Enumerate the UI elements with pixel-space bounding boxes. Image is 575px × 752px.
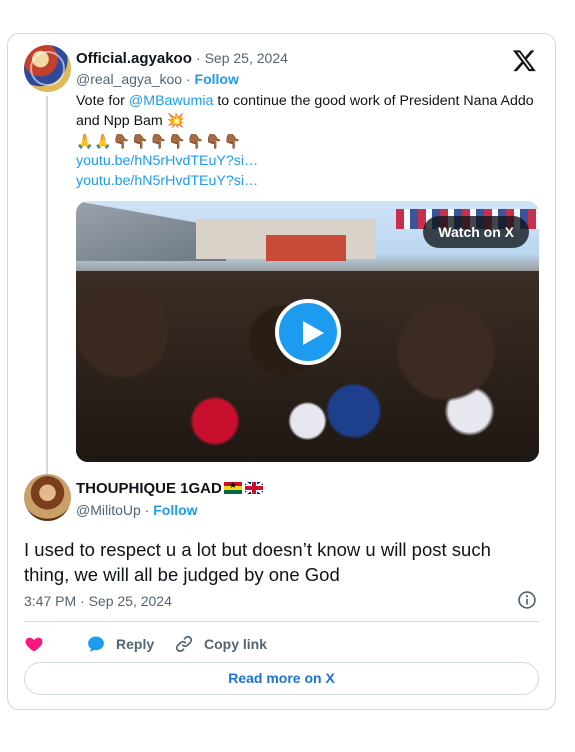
reply-author-name[interactable]: THOUPHIQUE 1GAD — [76, 480, 263, 497]
reply-avatar[interactable] — [24, 474, 71, 521]
embedded-tweet-card: Official.agyakoo · Sep 25, 2024 @real_ag… — [7, 33, 556, 710]
reply-follow-button[interactable]: Follow — [153, 502, 197, 518]
reply-handle[interactable]: @MilitoUp — [76, 502, 141, 518]
watch-on-x-button[interactable]: Watch on X — [423, 216, 529, 248]
reply-icon — [88, 636, 104, 652]
youtube-link-2[interactable]: youtu.be/hN5rHvdTEuY?si… — [76, 171, 536, 191]
ghana-flag-icon — [223, 480, 242, 494]
reply-label: Reply — [116, 636, 155, 652]
parent-text-prefix: Vote for — [76, 93, 129, 109]
parent-name[interactable]: Official.agyakoo — [76, 50, 192, 67]
reply-name[interactable]: THOUPHIQUE 1GAD — [76, 480, 222, 497]
reply-tweet-text: I used to respect u a lot but doesn’t kn… — [24, 539, 491, 585]
parent-author-name[interactable]: Official.agyakoo · Sep 25, 2024 — [76, 50, 288, 67]
x-logo-icon[interactable] — [512, 48, 537, 73]
parent-tweet-text: Vote for @MBawumia to continue the good … — [76, 91, 536, 191]
copy-link-label: Copy link — [204, 636, 268, 652]
divider — [24, 621, 539, 622]
play-button[interactable] — [275, 299, 341, 365]
parent-handle[interactable]: @real_agya_koo — [76, 71, 182, 87]
info-icon[interactable] — [517, 590, 537, 610]
thread-line — [46, 96, 48, 480]
reply-button[interactable]: Reply — [86, 631, 154, 657]
copy-link-button[interactable]: Copy link — [174, 631, 267, 657]
parent-handle-row: @real_agya_koo · Follow — [76, 71, 239, 87]
reply-timestamp[interactable]: 3:47 PM · Sep 25, 2024 — [24, 593, 172, 609]
uk-flag-icon — [244, 482, 263, 494]
reply-handle-row: @MilitoUp · Follow — [76, 502, 198, 518]
mention-link[interactable]: @MBawumia — [129, 93, 214, 109]
read-more-button[interactable]: Read more on X — [24, 662, 539, 695]
youtube-link-1[interactable]: youtu.be/hN5rHvdTEuY?si… — [76, 151, 536, 171]
link-icon — [175, 635, 193, 653]
like-button[interactable] — [24, 631, 54, 657]
play-icon — [303, 321, 324, 345]
parent-avatar[interactable] — [24, 45, 71, 92]
parent-date[interactable]: · Sep 25, 2024 — [196, 50, 288, 66]
parent-follow-button[interactable]: Follow — [195, 71, 239, 87]
heart-icon — [25, 637, 43, 652]
emoji-row: 🙏🙏👇🏾👇🏾👇🏾👇🏾👇🏾👇🏾👇🏾 — [76, 133, 242, 149]
video-thumbnail[interactable]: Watch on X — [76, 201, 539, 462]
